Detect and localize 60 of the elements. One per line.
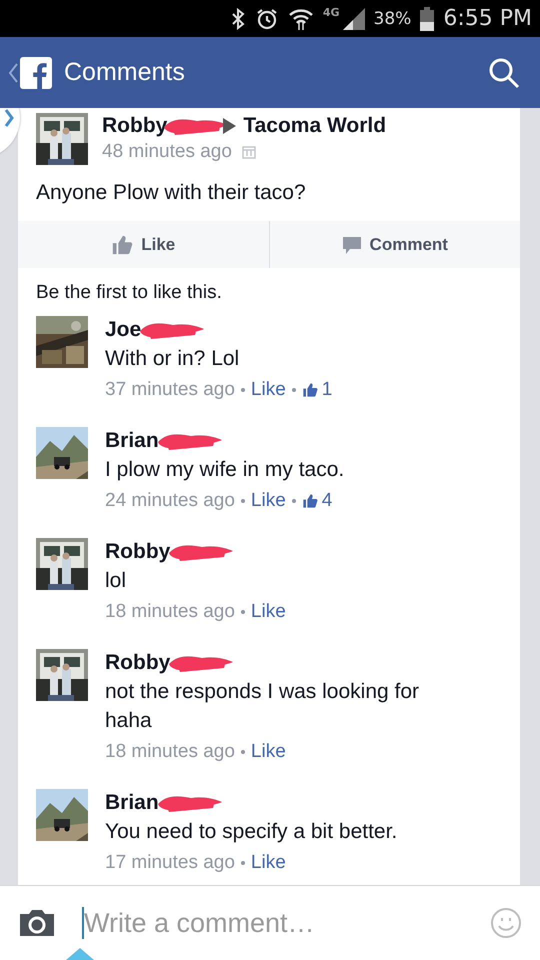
chevron-right-icon xyxy=(4,108,14,128)
comment-text: I plow my wife in my taco. xyxy=(105,457,346,483)
separator-dot-icon xyxy=(240,861,245,865)
comment-time: 17 minutes ago xyxy=(105,852,235,874)
search-icon xyxy=(488,56,520,88)
commenter-name[interactable]: Robby xyxy=(105,540,170,564)
speech-bubble-icon xyxy=(342,234,362,254)
thumbs-up-icon xyxy=(302,382,318,398)
commenter-name[interactable]: Brian xyxy=(105,791,159,815)
back-chevron-icon xyxy=(8,62,18,84)
post-text: Anyone Plow with their taco? xyxy=(35,180,307,206)
network-type: 4G xyxy=(322,6,340,19)
bluetooth-icon xyxy=(230,8,246,30)
like-count: 1 xyxy=(322,379,332,401)
wifi-icon xyxy=(288,6,314,30)
alarm-icon xyxy=(254,6,279,30)
comment-time: 37 minutes ago xyxy=(105,379,235,401)
camera-button[interactable] xyxy=(18,908,56,938)
likes-summary: Be the first to like this. xyxy=(35,281,223,305)
like-count: 4 xyxy=(322,490,332,512)
like-link[interactable]: Like xyxy=(250,379,286,401)
post-time: 48 minutes ago xyxy=(102,141,232,163)
comment-time: 18 minutes ago xyxy=(105,741,235,763)
emoji-icon xyxy=(490,907,522,939)
battery-icon xyxy=(420,6,434,30)
comment-text: not the responds I was looking for haha xyxy=(105,679,420,734)
separator-dot-icon xyxy=(292,499,296,503)
separator-dot-icon xyxy=(240,610,245,614)
group-name[interactable]: Tacoma World xyxy=(243,114,386,138)
commenter-name[interactable]: Brian xyxy=(105,429,159,453)
search-button[interactable] xyxy=(488,56,520,88)
comment-text: lol xyxy=(105,568,128,594)
facebook-logo-icon xyxy=(20,56,52,88)
separator-dot-icon xyxy=(240,388,245,392)
battery-percentage: 38% xyxy=(374,8,412,28)
comment-time: 24 minutes ago xyxy=(105,490,235,512)
triangle-arrow-icon xyxy=(221,117,238,135)
camera-icon xyxy=(18,908,56,938)
thumbs-up-icon xyxy=(302,493,318,509)
separator-dot-icon xyxy=(292,388,296,392)
commenter-name[interactable]: Robby xyxy=(105,651,170,675)
comment-time: 18 minutes ago xyxy=(105,601,235,623)
like-link[interactable]: Like xyxy=(250,852,286,874)
clock-time: 6:55 PM xyxy=(443,6,532,31)
comment-text: With or in? Lol xyxy=(105,346,240,372)
separator-dot-icon xyxy=(240,499,245,503)
comment-button[interactable]: Comment xyxy=(268,221,520,268)
separator-dot-icon xyxy=(240,750,245,754)
header-title: Comments xyxy=(64,58,186,87)
like-link[interactable]: Like xyxy=(250,490,286,512)
author-name[interactable]: Robby xyxy=(102,114,168,138)
thumbs-up-icon xyxy=(111,234,134,256)
signal-icon xyxy=(342,8,365,30)
like-button[interactable]: Like xyxy=(18,221,268,268)
comment-text: You need to specify a bit better. xyxy=(105,819,398,845)
cursor-handle[interactable] xyxy=(66,948,94,960)
commenter-name[interactable]: Joe xyxy=(105,318,142,342)
audience-icon xyxy=(242,145,256,159)
like-link[interactable]: Like xyxy=(250,741,286,763)
like-link[interactable]: Like xyxy=(250,601,286,623)
